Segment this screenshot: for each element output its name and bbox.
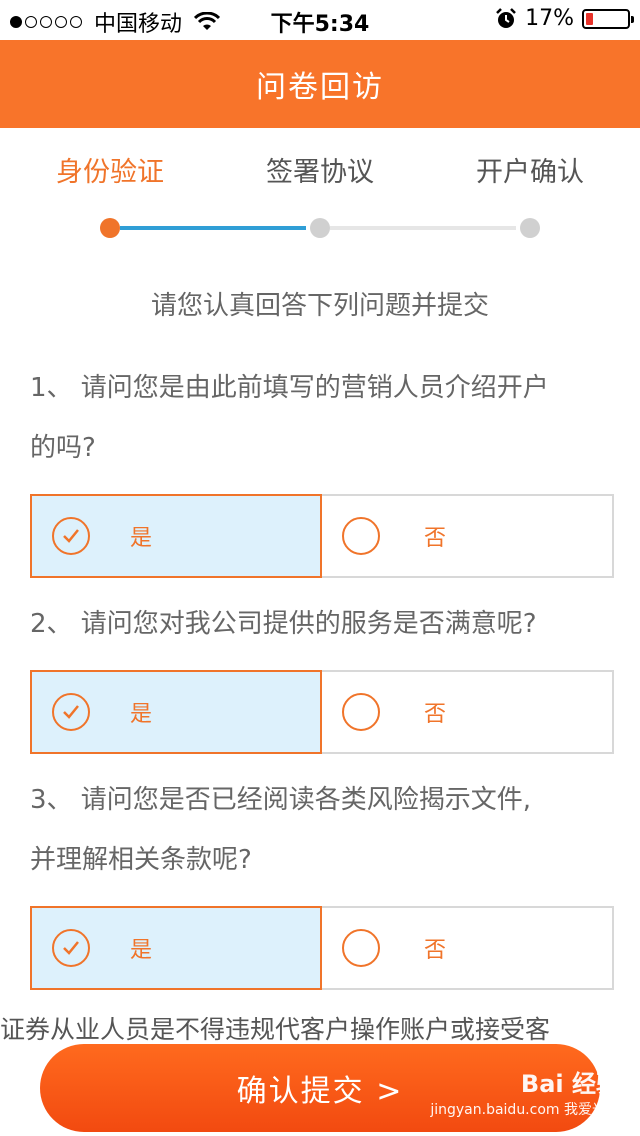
question-1: 1、 请问您是由此前填写的营销人员介绍开户 的吗? bbox=[30, 358, 610, 478]
radio-empty-icon bbox=[342, 517, 380, 555]
check-circle-icon bbox=[52, 517, 90, 555]
question-text: 1、 请问您是由此前填写的营销人员介绍开户 bbox=[30, 373, 549, 403]
radio-empty-icon bbox=[342, 693, 380, 731]
answer-no-option[interactable]: 否 bbox=[322, 494, 614, 578]
answer-group-1: 是 否 bbox=[30, 494, 614, 578]
step-progress-bar bbox=[0, 216, 640, 240]
answer-no-option[interactable]: 否 bbox=[322, 906, 614, 990]
submit-button-label: 确认提交 > bbox=[236, 1074, 404, 1109]
answer-group-2: 是 否 bbox=[30, 670, 614, 754]
watermark-logo-text: Bai 经验 bbox=[520, 1070, 620, 1098]
page-header: 问卷回访 bbox=[0, 40, 640, 128]
question-text: 的吗? bbox=[30, 433, 96, 463]
progress-line-done bbox=[120, 226, 306, 230]
answer-yes-label: 是 bbox=[130, 526, 153, 551]
question-text: 3、 请问您是否已经阅读各类风险揭示文件, bbox=[30, 785, 532, 815]
step-account-confirm: 开户确认 bbox=[476, 157, 584, 188]
status-bar: 中国移动 下午5:34 17% bbox=[0, 0, 640, 40]
step-sign-agreement: 签署协议 bbox=[266, 157, 374, 188]
question-3: 3、 请问您是否已经阅读各类风险揭示文件, 并理解相关条款呢? bbox=[30, 770, 610, 890]
page-title: 问卷回访 bbox=[256, 70, 384, 105]
question-text: 2、 请问您对我公司提供的服务是否满意呢? bbox=[30, 609, 537, 639]
watermark-caption: jingyan.baidu.com 我爱光头阳 bbox=[430, 1102, 620, 1136]
question-2: 2、 请问您对我公司提供的服务是否满意呢? bbox=[30, 594, 610, 654]
answer-yes-option[interactable]: 是 bbox=[30, 670, 322, 754]
alarm-icon bbox=[496, 7, 516, 28]
answer-yes-label: 是 bbox=[130, 702, 153, 727]
compliance-notice: 证券从业人员是不得违规代客户操作账户或接受客 bbox=[0, 1015, 551, 1044]
progress-dot-step2 bbox=[310, 218, 330, 238]
question-text: 并理解相关条款呢? bbox=[30, 845, 252, 875]
progress-line-pending bbox=[330, 226, 516, 230]
instruction-text: 请您认真回答下列问题并提交 bbox=[150, 291, 489, 321]
answer-group-3: 是 否 bbox=[30, 906, 614, 990]
answer-no-option[interactable]: 否 bbox=[322, 670, 614, 754]
step-identity-verification: 身份验证 bbox=[56, 157, 164, 188]
answer-no-label: 否 bbox=[424, 938, 447, 963]
status-right: 17% bbox=[495, 6, 634, 31]
watermark: Bai 经验 jingyan.baidu.com 我爱光头阳 bbox=[420, 1064, 620, 1136]
radio-empty-icon bbox=[342, 929, 380, 967]
answer-yes-option[interactable]: 是 bbox=[30, 906, 322, 990]
answer-no-label: 否 bbox=[424, 702, 447, 727]
battery-percent: 17% bbox=[525, 6, 574, 31]
progress-dot-step1 bbox=[100, 218, 120, 238]
progress-dot-step3 bbox=[520, 218, 540, 238]
battery-icon bbox=[582, 8, 634, 29]
answer-no-label: 否 bbox=[424, 526, 447, 551]
answer-yes-option[interactable]: 是 bbox=[30, 494, 322, 578]
check-circle-icon bbox=[52, 693, 90, 731]
answer-yes-label: 是 bbox=[130, 938, 153, 963]
check-circle-icon bbox=[52, 929, 90, 967]
battery-fill bbox=[586, 12, 593, 25]
step-indicator: 身份验证 签署协议 开户确认 bbox=[0, 150, 640, 190]
